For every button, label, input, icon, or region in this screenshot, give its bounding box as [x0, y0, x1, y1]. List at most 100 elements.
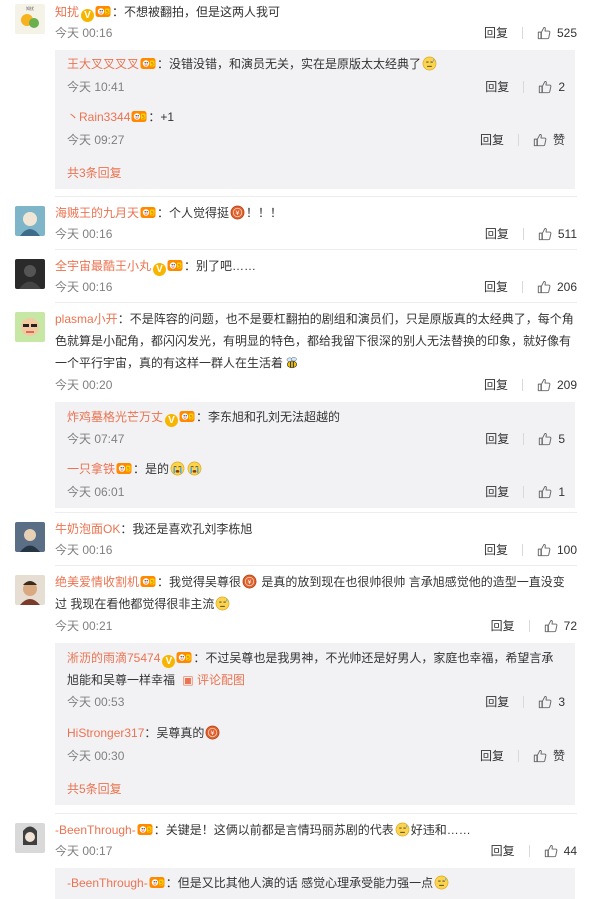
- vip-badge-icon: [95, 5, 111, 18]
- like-button[interactable]: 44: [544, 842, 577, 860]
- colon: ：: [165, 876, 178, 890]
- reply-button[interactable]: 回复: [484, 376, 508, 394]
- username[interactable]: 一只拿铁: [67, 462, 115, 476]
- comment-time: 今天 00:16: [55, 26, 113, 40]
- username[interactable]: HiStronger317: [67, 726, 144, 740]
- like-button[interactable]: 赞: [533, 131, 565, 149]
- reply-button[interactable]: 回复: [485, 78, 509, 96]
- sweat-emoji-icon: [215, 596, 230, 611]
- reply-text-line: 旭能和吴尊一样幸福: [67, 673, 176, 687]
- colon: ：: [157, 57, 170, 71]
- vip-badge-icon: [176, 651, 192, 664]
- like-button[interactable]: 赞: [533, 747, 565, 765]
- reply-button[interactable]: 回复: [480, 747, 504, 765]
- colon: ：: [184, 259, 197, 273]
- like-count: 511: [557, 227, 577, 241]
- reply-time: 今天 10:41: [67, 80, 125, 94]
- reply-time: 今天 09:27: [67, 133, 125, 147]
- username[interactable]: -BeenThrough-: [67, 876, 148, 890]
- divider: [521, 27, 523, 39]
- comment-text: 个人觉得挺: [169, 206, 230, 220]
- divider: [517, 134, 519, 146]
- username[interactable]: 炸鸡墓格光芒万丈: [67, 410, 163, 424]
- username[interactable]: 海贼王的九月天: [55, 206, 139, 220]
- username[interactable]: 丶Rain3344: [67, 110, 130, 124]
- reply-time: 今天 06:01: [67, 485, 125, 499]
- like-count: 3: [558, 695, 565, 709]
- divider: [55, 813, 577, 814]
- like-button[interactable]: 72: [544, 617, 577, 635]
- username[interactable]: -BeenThrough-: [55, 823, 136, 837]
- comment-time: 今天 00:21: [55, 619, 113, 633]
- verified-badge-icon: V: [162, 655, 176, 668]
- username[interactable]: 全宇宙最酷王小丸: [55, 259, 151, 273]
- like-count: 100: [556, 543, 577, 557]
- username[interactable]: 知扰: [55, 5, 79, 19]
- like-button[interactable]: 511: [538, 225, 577, 243]
- reply-button[interactable]: 回复: [484, 24, 508, 42]
- reply-list: -BeenThrough- ：但是又比其他人演的话 感觉心理承受能力强一点: [55, 868, 575, 899]
- crying-emoji-icon: [187, 461, 202, 476]
- user-avatar[interactable]: [15, 206, 45, 236]
- reply-button[interactable]: 回复: [491, 617, 515, 635]
- colon: ：: [120, 522, 133, 536]
- divider: [55, 302, 577, 303]
- like-count: 赞: [552, 749, 565, 763]
- bee-emoji-icon: [284, 355, 299, 370]
- user-avatar[interactable]: [15, 259, 45, 289]
- user-avatar[interactable]: [15, 312, 45, 342]
- view-image-link[interactable]: 评论配图: [197, 673, 245, 687]
- username[interactable]: 王大叉叉叉叉: [67, 57, 139, 71]
- comment-time: 今天 00:20: [55, 378, 113, 392]
- username[interactable]: 绝美爱情收割机: [55, 575, 139, 589]
- reply-button[interactable]: 回复: [484, 541, 508, 559]
- username[interactable]: plasma小开: [55, 312, 118, 326]
- divider: [521, 281, 523, 293]
- reply-list: 淅沥的雨滴75474 V ：不过吴尊也是我男神，不光帅还是好男人，家庭也幸福，希望言…: [55, 643, 575, 805]
- like-count: 209: [556, 378, 577, 392]
- like-button[interactable]: 100: [537, 541, 577, 559]
- like-button[interactable]: 2: [538, 78, 565, 96]
- reply-button[interactable]: 回复: [484, 278, 508, 296]
- divider: [523, 696, 525, 708]
- divider: [55, 196, 577, 197]
- like-button[interactable]: 525: [537, 24, 577, 42]
- like-button[interactable]: 1: [538, 483, 565, 501]
- more-replies-link[interactable]: 共5条回复: [67, 780, 122, 797]
- like-count: 44: [563, 844, 577, 858]
- colon: ：: [196, 410, 209, 424]
- comment-text-line: 色就算是小配角，都闪闪发光，有明显的特色，都给我留下很深的别人无法替换的印象，就…: [55, 334, 572, 348]
- vip-badge-icon: [179, 410, 195, 423]
- reply-button[interactable]: 回复: [485, 693, 509, 711]
- more-replies-link[interactable]: 共3条回复: [67, 164, 122, 181]
- reply-button[interactable]: 回复: [485, 225, 509, 243]
- sweat-emoji-icon: [422, 56, 437, 71]
- divider: [528, 845, 530, 857]
- sweat-emoji-icon: [395, 822, 410, 837]
- like-button[interactable]: 206: [537, 278, 577, 296]
- comment-text: 不想被翻拍，但是这两人我可: [124, 5, 281, 19]
- user-avatar[interactable]: [15, 823, 45, 853]
- username[interactable]: 牛奶泡面OK: [55, 522, 120, 536]
- coin-emoji-icon: [242, 574, 257, 589]
- user-avatar[interactable]: [15, 575, 45, 605]
- like-button[interactable]: 209: [537, 376, 577, 394]
- like-count: 206: [556, 280, 577, 294]
- thumbs-up-icon: [538, 695, 552, 709]
- like-button[interactable]: 3: [538, 693, 565, 711]
- vip-badge-icon: [167, 259, 183, 272]
- reply-time: 今天 00:30: [67, 749, 125, 763]
- reply-button[interactable]: 回复: [491, 842, 515, 860]
- reply-button[interactable]: 回复: [485, 430, 509, 448]
- like-button[interactable]: 5: [538, 430, 565, 448]
- username[interactable]: 淅沥的雨滴75474: [67, 651, 160, 665]
- thumbs-up-icon: [544, 619, 558, 633]
- reply-button[interactable]: 回复: [485, 483, 509, 501]
- verified-badge-icon: V: [153, 263, 167, 276]
- divider: [55, 565, 577, 566]
- divider: [55, 249, 577, 250]
- reply-button[interactable]: 回复: [480, 131, 504, 149]
- user-avatar[interactable]: 知扰: [15, 4, 45, 34]
- user-avatar[interactable]: [15, 522, 45, 552]
- colon: ：: [157, 575, 170, 589]
